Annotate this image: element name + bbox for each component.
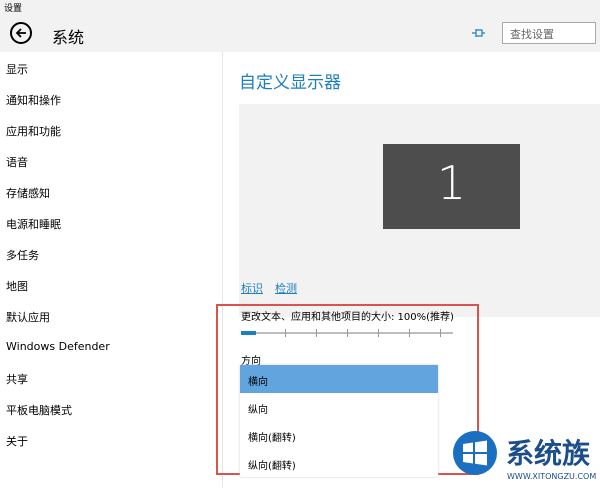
header: 系统 查找设置 bbox=[0, 16, 600, 52]
sidebar-item-maps[interactable]: 地图 bbox=[6, 278, 28, 294]
back-button[interactable] bbox=[10, 22, 32, 44]
pin-icon[interactable] bbox=[470, 25, 486, 41]
orientation-option-portrait[interactable]: 纵向 bbox=[240, 393, 438, 421]
slider-tick bbox=[285, 329, 286, 337]
scale-label: 更改文本、应用和其他项目的大小: 100%(推荐) bbox=[241, 312, 454, 323]
orientation-dropdown[interactable]: 横向 纵向 横向(翻转) 纵向(翻转) bbox=[240, 365, 438, 477]
slider-tick bbox=[347, 329, 348, 337]
sidebar-item-tablet-mode[interactable]: 平板电脑模式 bbox=[6, 402, 72, 418]
sidebar-item-speech[interactable]: 语音 bbox=[6, 154, 28, 170]
title-bar: 设置 bbox=[0, 0, 600, 16]
watermark-url: WWW.XITONGZU.COM bbox=[507, 472, 597, 481]
sidebar-item-notifications[interactable]: 通知和操作 bbox=[6, 92, 61, 108]
orientation-option-portrait-flipped[interactable]: 纵向(翻转) bbox=[240, 449, 438, 477]
search-input[interactable]: 查找设置 bbox=[502, 22, 596, 44]
monitor-tile[interactable]: 1 bbox=[383, 144, 520, 229]
detect-link[interactable]: 检测 bbox=[275, 280, 297, 296]
back-arrow-icon bbox=[15, 28, 26, 38]
slider-tick bbox=[440, 329, 441, 337]
sidebar-item-about[interactable]: 关于 bbox=[6, 433, 28, 449]
sidebar-item-multitasking[interactable]: 多任务 bbox=[6, 247, 39, 263]
slider-tick bbox=[378, 329, 379, 337]
watermark-logo bbox=[453, 431, 497, 475]
monitor-number: 1 bbox=[436, 156, 467, 210]
scale-slider-thumb[interactable] bbox=[241, 331, 256, 335]
sidebar-item-default-apps[interactable]: 默认应用 bbox=[6, 309, 50, 325]
watermark-text: 系统族 bbox=[506, 437, 591, 470]
orientation-option-landscape[interactable]: 横向 bbox=[240, 365, 438, 393]
identify-link[interactable]: 标识 bbox=[241, 280, 263, 296]
window-title: 设置 bbox=[4, 4, 23, 14]
sidebar-item-apps[interactable]: 应用和功能 bbox=[6, 123, 61, 139]
page-title: 系统 bbox=[52, 28, 85, 47]
sidebar-item-defender[interactable]: Windows Defender bbox=[6, 340, 110, 353]
sidebar-item-power[interactable]: 电源和睡眠 bbox=[6, 216, 61, 232]
sidebar-item-sharing[interactable]: 共享 bbox=[6, 371, 28, 387]
slider-tick bbox=[409, 329, 410, 337]
sidebar: 显示 通知和操作 应用和功能 语音 存储感知 电源和睡眠 多任务 地图 默认应用… bbox=[0, 52, 222, 488]
sidebar-item-display[interactable]: 显示 bbox=[6, 61, 28, 77]
slider-tick bbox=[316, 329, 317, 337]
orientation-option-landscape-flipped[interactable]: 横向(翻转) bbox=[240, 421, 438, 449]
section-heading: 自定义显示器 bbox=[239, 73, 341, 93]
sidebar-item-storage[interactable]: 存储感知 bbox=[6, 185, 50, 201]
